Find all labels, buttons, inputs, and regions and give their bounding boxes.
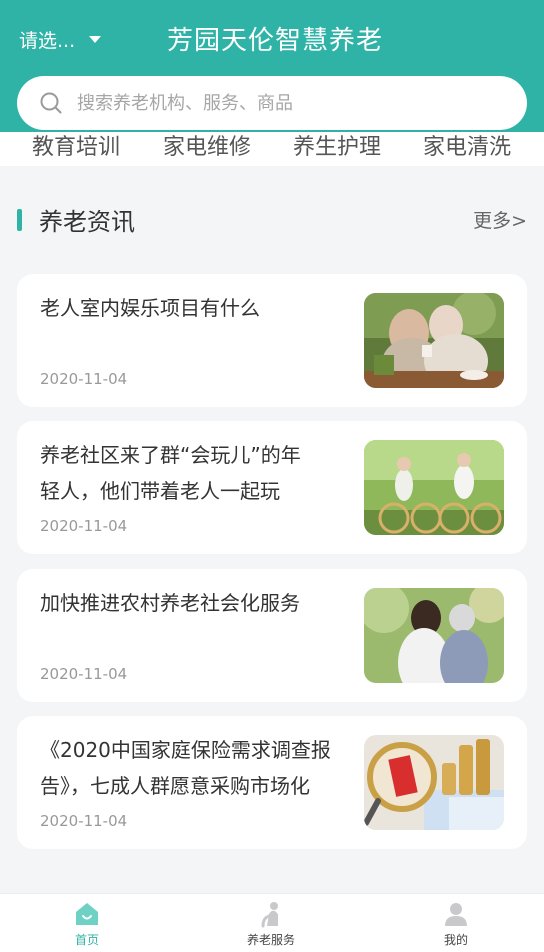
more-link[interactable]: 更多>: [473, 206, 527, 233]
news-thumbnail: [364, 440, 504, 535]
caregiver-with-elder-photo: [364, 588, 504, 683]
person-icon: [445, 903, 467, 926]
news-headline-line: 告》，七成人群愿意采购市场化: [40, 774, 310, 798]
tab-mine[interactable]: 我的: [396, 900, 516, 948]
category-strip: 教育培训 家电维修 养生护理 家电清洗: [0, 132, 544, 166]
category-item-appliance-cleaning[interactable]: 家电清洗: [423, 132, 511, 164]
news-headline-line: 老人室内娱乐项目有什么: [40, 296, 260, 320]
tab-elder-service-label: 养老服务: [246, 933, 295, 947]
news-thumbnail: [364, 588, 504, 683]
elder-service-icon: [261, 902, 278, 928]
news-date: 2020-11-04: [40, 370, 128, 388]
news-thumbnail: [364, 735, 504, 830]
home-icon: [76, 903, 98, 925]
category-item-education[interactable]: 教育培训: [32, 132, 120, 164]
news-headline-line: 加快推进农村养老社会化服务: [40, 591, 300, 615]
tab-home-label: 首页: [74, 933, 99, 947]
app-title: 芳园天伦智慧养老: [166, 26, 383, 56]
news-headline-line: 养老社区来了群“会玩儿”的年: [40, 443, 301, 467]
tab-mine-label: 我的: [443, 933, 468, 947]
search-bar[interactable]: [17, 76, 527, 130]
news-section-header: 养老资讯 更多>: [0, 198, 544, 242]
section-title: 养老资讯: [39, 208, 135, 236]
top-header: 请选... 芳园天伦智慧养老: [0, 0, 544, 132]
news-date: 2020-11-04: [40, 517, 128, 535]
news-headline: 《2020中国家庭保险需求调查报 告》，七成人群愿意采购市场化: [40, 732, 340, 804]
tab-home[interactable]: 首页: [27, 900, 147, 948]
social-insurance-magnifier-photo: [364, 735, 504, 830]
news-card[interactable]: 养老社区来了群“会玩儿”的年 轻人，他们带着老人一起玩 2020-11-04: [17, 421, 527, 554]
tab-elder-service[interactable]: 养老服务: [211, 900, 331, 948]
bottom-tab-bar: 首页 养老服务 我的: [0, 893, 544, 952]
news-headline: 老人室内娱乐项目有什么: [40, 290, 340, 326]
news-date: 2020-11-04: [40, 812, 128, 830]
category-item-health-care[interactable]: 养生护理: [293, 132, 381, 164]
category-item-appliance-repair[interactable]: 家电维修: [163, 132, 251, 164]
news-headline: 养老社区来了群“会玩儿”的年 轻人，他们带着老人一起玩: [40, 437, 340, 509]
news-headline-line: 轻人，他们带着老人一起玩: [40, 479, 280, 503]
news-date: 2020-11-04: [40, 665, 128, 683]
news-card[interactable]: 《2020中国家庭保险需求调查报 告》，七成人群愿意采购市场化 2020-11-…: [17, 716, 527, 849]
search-icon: [40, 92, 62, 114]
news-thumbnail: [364, 293, 504, 388]
search-input[interactable]: [77, 92, 477, 114]
section-accent-bar: [17, 209, 22, 231]
news-card[interactable]: 加快推进农村养老社会化服务 2020-11-04: [17, 569, 527, 702]
news-card[interactable]: 老人室内娱乐项目有什么 2020-11-04: [17, 274, 527, 407]
elderly-couple-tea-photo: [364, 293, 504, 388]
news-headline: 加快推进农村养老社会化服务: [40, 585, 340, 621]
elderly-cycling-photo: [364, 440, 504, 535]
news-headline-line: 《2020中国家庭保险需求调查报: [40, 738, 331, 762]
